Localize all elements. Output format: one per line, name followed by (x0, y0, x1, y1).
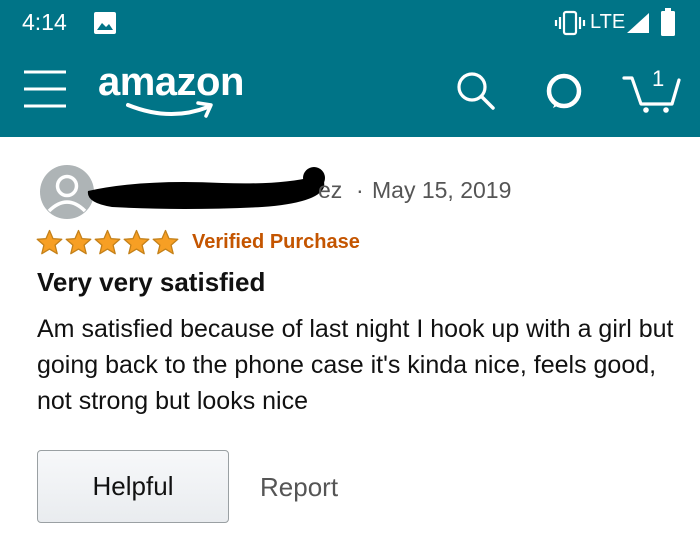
cart-count-badge: 1 (652, 66, 665, 91)
search-button[interactable] (456, 71, 496, 116)
meta-separator: · (356, 177, 364, 203)
report-link[interactable]: Report (260, 472, 338, 503)
alexa-button[interactable] (545, 72, 583, 115)
star-rating (36, 229, 179, 256)
menu-icon (24, 70, 66, 108)
star-icon (36, 229, 63, 255)
review-card: ez · May 15, 2019 Verified Purchase Very… (0, 137, 700, 551)
review-date: May 15, 2019 (372, 177, 512, 203)
logo-text: amazon (98, 60, 244, 104)
image-icon (94, 12, 116, 34)
star-icon (65, 229, 92, 255)
author-name[interactable]: ez (318, 177, 342, 204)
network-label: LTE (590, 11, 626, 33)
cart-button[interactable]: 1 (622, 66, 682, 114)
star-icon (94, 229, 121, 255)
vibrate-icon (554, 10, 586, 36)
status-time: 4:14 (22, 9, 67, 35)
star-icon (152, 229, 179, 255)
amazon-logo[interactable]: amazon (98, 60, 258, 120)
signal-icon (627, 13, 649, 33)
search-icon (457, 72, 495, 110)
verified-purchase-badge: Verified Purchase (192, 231, 360, 253)
app-bar: amazon 1 (0, 46, 700, 137)
status-bar: 4:14 LTE (0, 0, 700, 46)
menu-button[interactable] (22, 68, 68, 110)
review-title: Very very satisfied (37, 267, 266, 297)
smile-arrow-icon (126, 101, 213, 118)
alexa-icon (546, 73, 582, 109)
redaction-scribble (87, 167, 325, 209)
helpful-button[interactable]: Helpful (37, 450, 229, 523)
battery-icon (661, 8, 675, 36)
review-body: Am satisfied because of last night I hoo… (37, 315, 674, 415)
star-icon (123, 229, 150, 255)
